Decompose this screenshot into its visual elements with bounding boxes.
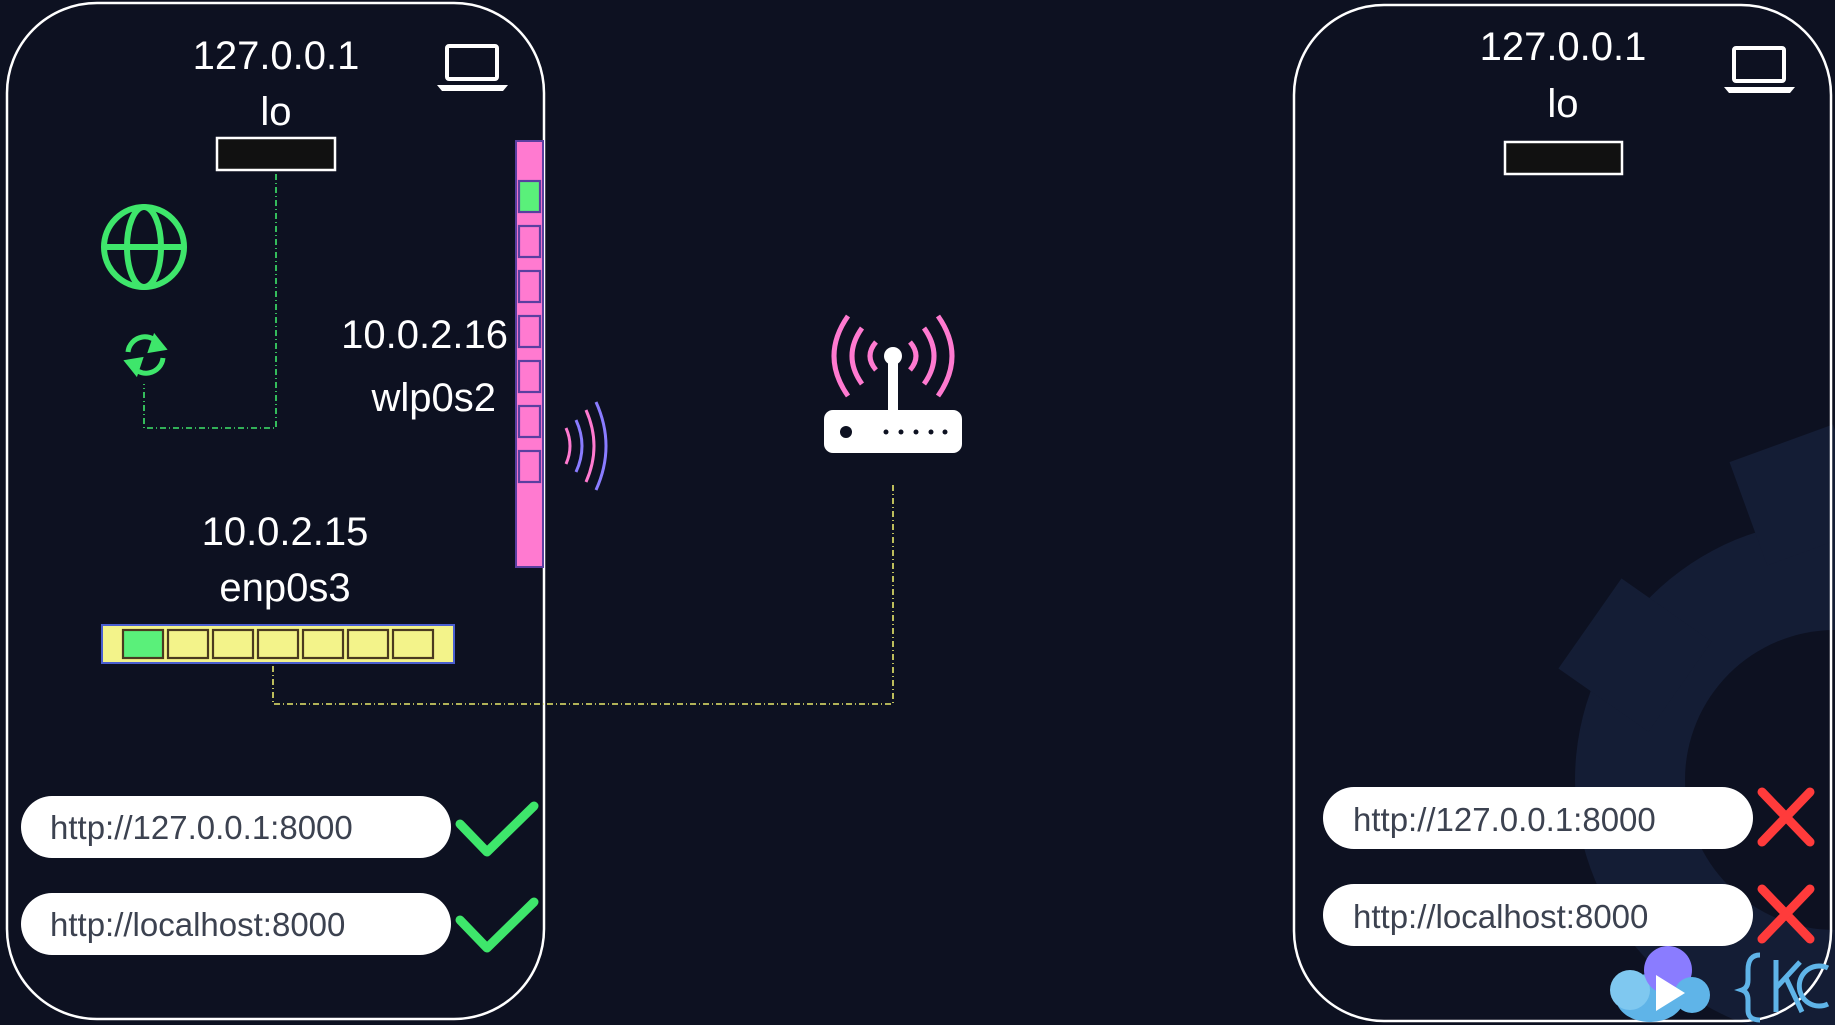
right-url-localhost-text: http://localhost:8000 [1353,898,1648,935]
laptop-icon [1724,46,1795,93]
wireless-port-active [517,179,542,214]
wireless-router-icon [824,314,962,453]
wifi-waves-icon [564,401,608,491]
laptop-icon [437,44,508,91]
ethernet-port [391,628,435,660]
wireless-nic-ports [517,179,542,484]
ethernet-nic-ports [121,628,435,660]
ethernet-port [256,628,300,660]
wireless-port [517,449,542,484]
right-loopback-name: lo [1547,82,1578,126]
globe-icon [101,204,187,290]
ethernet-name: enp0s3 [219,566,350,610]
wireless-port [517,224,542,259]
wireless-port [517,269,542,304]
ethernet-port [166,628,210,660]
check-icon [455,801,539,857]
right-loopback-ip: 127.0.0.1 [1480,25,1647,69]
ethernet-ip: 10.0.2.15 [202,510,369,554]
check-icon [455,897,539,953]
network-diagram: 127.0.0.1 lo 10.0.2.16 wlp0s2 10.0.2.15 … [5,1,1835,1025]
wireless-name: wlp0s2 [370,376,496,420]
left-url-localhost-text: http://localhost:8000 [50,906,345,943]
right-url-ip-text: http://127.0.0.1:8000 [1353,801,1656,838]
left-loopback-ip: 127.0.0.1 [193,34,360,78]
wireless-port [517,359,542,394]
ethernet-port [211,628,255,660]
wireless-ip: 10.0.2.16 [341,313,508,357]
ethernet-port [346,628,390,660]
left-loopback-name: lo [260,90,291,134]
ethernet-port-active [121,628,165,660]
left-url-ip-text: http://127.0.0.1:8000 [50,809,353,846]
wireless-port [517,404,542,439]
right-loopback-interface [1503,140,1624,176]
wireless-port [517,314,542,349]
ethernet-port [301,628,345,660]
refresh-icon [123,332,168,378]
left-loopback-interface [215,136,337,172]
